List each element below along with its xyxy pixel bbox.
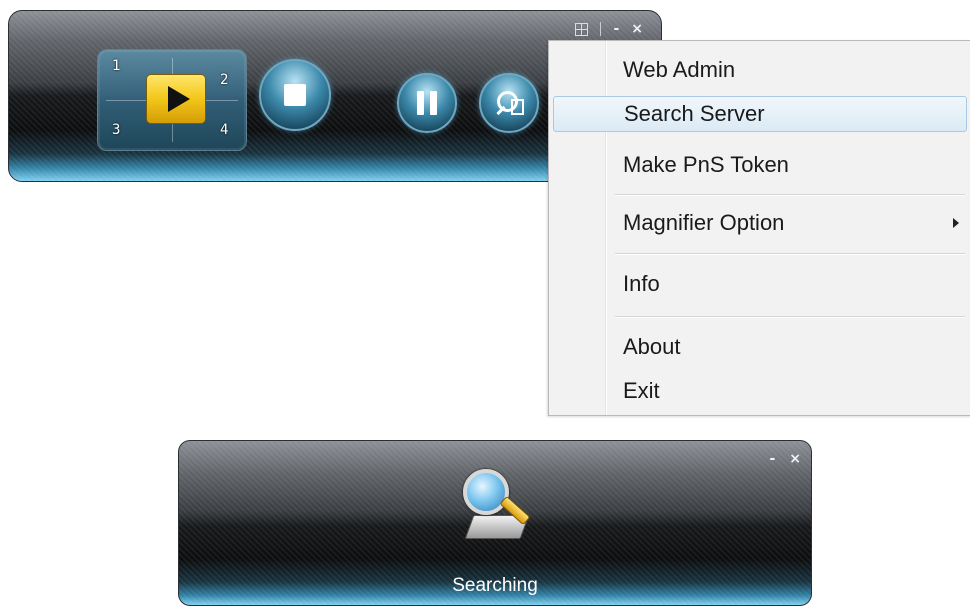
magnifier-film-icon xyxy=(494,90,524,116)
menu-item-magnifier-option[interactable]: Magnifier Option xyxy=(553,206,967,240)
menu-item-web-admin[interactable]: Web Admin xyxy=(553,53,967,87)
menu-item-make-pns-token[interactable]: Make PnS Token xyxy=(553,148,967,182)
channel-3-label[interactable]: 3 xyxy=(112,122,120,138)
menu-item-label: Magnifier Option xyxy=(623,210,785,235)
search-window-controls: - × xyxy=(769,451,801,467)
menu-item-label: Make PnS Token xyxy=(623,152,789,177)
search-window: - × Searching xyxy=(178,440,812,606)
pause-icon xyxy=(417,91,437,115)
menu-separator xyxy=(615,194,965,196)
channel-grid[interactable]: 1 2 3 4 xyxy=(97,49,247,151)
submenu-arrow-icon xyxy=(953,218,959,228)
channel-2-label[interactable]: 2 xyxy=(220,72,228,88)
minimize-button[interactable]: - xyxy=(613,21,619,37)
menu-separator xyxy=(615,316,965,318)
menu-item-label: Search Server xyxy=(624,101,765,126)
channel-1-label[interactable]: 1 xyxy=(112,58,120,74)
menu-item-info[interactable]: Info xyxy=(553,267,967,301)
menu-item-label: Web Admin xyxy=(623,57,736,82)
close-button[interactable]: × xyxy=(789,451,801,467)
stop-button[interactable] xyxy=(259,59,331,131)
play-button[interactable] xyxy=(146,74,206,124)
menu-separator xyxy=(615,253,965,255)
layout-icon[interactable] xyxy=(575,22,589,36)
menu-item-about[interactable]: About xyxy=(553,330,967,364)
pause-button[interactable] xyxy=(397,73,457,133)
search-status-text: Searching xyxy=(452,575,538,596)
stop-icon xyxy=(284,84,306,106)
magnifier-button[interactable] xyxy=(479,73,539,133)
title-separator xyxy=(600,22,602,36)
menu-item-label: About xyxy=(623,334,681,359)
channel-4-label[interactable]: 4 xyxy=(220,122,228,138)
title-controls: - × xyxy=(575,21,643,37)
play-icon xyxy=(168,86,190,112)
menu-item-label: Exit xyxy=(623,378,660,403)
minimize-button[interactable]: - xyxy=(769,451,775,467)
search-server-icon xyxy=(463,469,533,549)
menu-item-label: Info xyxy=(623,271,660,296)
menu-item-search-server[interactable]: Search Server xyxy=(553,96,967,132)
context-menu: Web Admin Search Server Make PnS Token M… xyxy=(548,40,970,416)
menu-item-exit[interactable]: Exit xyxy=(553,374,967,408)
close-button[interactable]: × xyxy=(631,21,643,37)
